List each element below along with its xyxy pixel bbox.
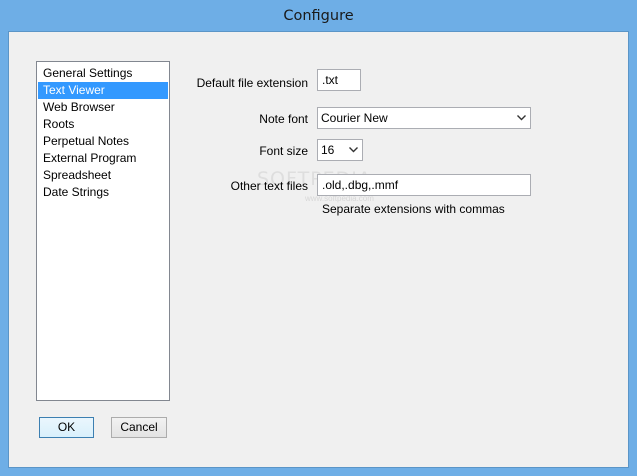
note-font-value: Courier New (321, 111, 388, 125)
note-font-select[interactable]: Courier New (317, 107, 531, 129)
ok-button[interactable]: OK (39, 417, 94, 438)
configure-window: Configure General Settings Text Viewer W… (0, 0, 637, 476)
chevron-down-icon[interactable] (346, 140, 360, 160)
font-size-label: Font size (259, 144, 308, 158)
font-size-value: 16 (321, 143, 335, 157)
category-item-date-strings[interactable]: Date Strings (38, 184, 168, 201)
category-item-spreadsheet[interactable]: Spreadsheet (38, 167, 168, 184)
other-files-label: Other text files (230, 179, 308, 193)
category-list[interactable]: General Settings Text Viewer Web Browser… (36, 61, 170, 401)
cancel-button[interactable]: Cancel (111, 417, 167, 438)
category-item-roots[interactable]: Roots (38, 116, 168, 133)
chevron-down-icon[interactable] (514, 108, 528, 128)
extensions-hint: Separate extensions with commas (322, 202, 505, 216)
category-item-general-settings[interactable]: General Settings (38, 65, 168, 82)
category-item-external-program[interactable]: External Program (38, 150, 168, 167)
other-files-input[interactable]: .old,.dbg,.mmf (317, 174, 531, 196)
default-extension-label: Default file extension (196, 76, 308, 90)
category-item-text-viewer[interactable]: Text Viewer (38, 82, 168, 99)
window-title: Configure (283, 8, 354, 24)
font-size-select[interactable]: 16 (317, 139, 363, 161)
category-item-web-browser[interactable]: Web Browser (38, 99, 168, 116)
note-font-label: Note font (259, 112, 308, 126)
dialog-body: General Settings Text Viewer Web Browser… (8, 31, 629, 468)
default-extension-input[interactable]: .txt (317, 69, 361, 91)
category-item-perpetual-notes[interactable]: Perpetual Notes (38, 133, 168, 150)
